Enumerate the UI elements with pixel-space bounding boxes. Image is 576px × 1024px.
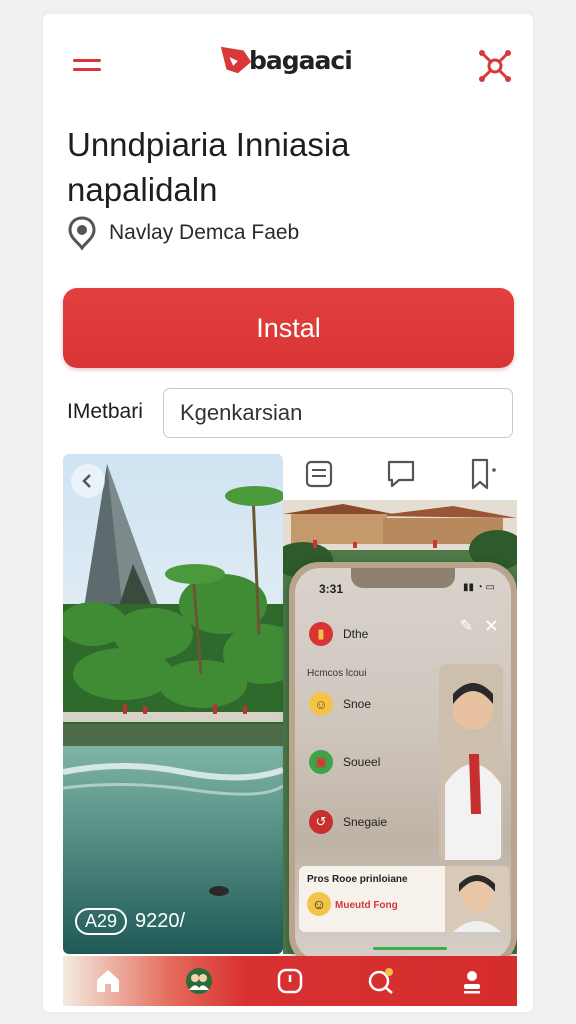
category-input[interactable] (163, 388, 513, 438)
edit-icon[interactable]: ✎ (460, 616, 473, 636)
brand-logo: bagaaci (217, 38, 353, 82)
live-item[interactable]: ↺ Snegaie (309, 810, 387, 834)
landscape-image (63, 454, 283, 954)
caption-text: 9220/ (135, 910, 186, 932)
app-title: Unndpiaria Inniasia napalidaln (67, 126, 350, 208)
screenshot-gallery[interactable]: A29 9220/ 3:31 ▮▮ ◔ ▭ ✎ ✕ ▮ Dthe Hcmcos … (63, 454, 517, 1006)
home-icon (97, 970, 120, 992)
status-icons: ▮▮ ◔ ▭ (462, 582, 495, 593)
share-icon (479, 50, 511, 82)
developer-row[interactable]: Navlay Demca Faeb (67, 216, 299, 250)
live-item-label: Snoe (343, 697, 372, 711)
menu-button[interactable] (71, 54, 105, 78)
bookmark-icon (471, 458, 496, 490)
developer-name: Navlay Demca Faeb (109, 221, 300, 244)
comment-button[interactable] (381, 456, 421, 492)
search-icon (368, 968, 393, 994)
people-icon (186, 968, 213, 994)
smiley-icon: ☺ (309, 692, 333, 716)
install-button[interactable]: Instal (63, 288, 514, 368)
banner-subtitle: Mueutd Fong (335, 900, 398, 911)
status-time: 3:31 (319, 582, 344, 596)
field-label: IMetbari (67, 400, 143, 423)
menu-icon-line (73, 68, 101, 71)
caption-badge: A29 (75, 908, 128, 935)
host-portrait (439, 664, 503, 860)
app-detail-card: bagaaci Unndpiaria Inniasia napalidaln N… (43, 14, 533, 1012)
home-indicator (373, 947, 447, 950)
close-icon[interactable]: ✕ (484, 616, 499, 637)
share-button[interactable] (475, 46, 515, 86)
live-item-label: Soueel (343, 755, 381, 769)
phone-screen: 3:31 ▮▮ ◔ ▭ ✎ ✕ ▮ Dthe Hcmcos lcoui ☺ Sn… (295, 568, 511, 960)
promo-banner[interactable]: Pros Rooe prinloiane ☺ Mueutd Fong (299, 866, 509, 932)
logo-text: bagaaci (249, 45, 353, 75)
menu-icon (73, 59, 101, 62)
live-item[interactable]: ☺ Snoe (309, 692, 371, 716)
phone-notch (351, 568, 455, 588)
bottom-nav (63, 956, 517, 1006)
live-item-label: Snegaie (343, 815, 388, 829)
live-header: Hcmcos lcoui (307, 668, 367, 679)
screenshot-icon (305, 460, 333, 488)
screenshot-view-button[interactable] (299, 456, 339, 492)
live-item[interactable]: ▮ Dthe (309, 622, 368, 646)
record-icon: ▮ (309, 622, 333, 646)
previous-screenshot-button[interactable] (71, 464, 105, 498)
person-icon (463, 971, 480, 994)
bookmark-button[interactable] (463, 456, 503, 492)
live-item-label: Dthe (343, 627, 369, 641)
banner-portrait (445, 866, 509, 932)
phone-mockup: 3:31 ▮▮ ◔ ▭ ✎ ✕ ▮ Dthe Hcmcos lcoui ☺ Sn… (289, 562, 517, 966)
nav-timer[interactable] (268, 959, 312, 1003)
screenshot-landscape[interactable]: A29 9220/ (63, 454, 283, 954)
live-item[interactable]: ▣ Soueel (309, 750, 380, 774)
banner-title: Pros Rooe prinloiane (307, 874, 408, 885)
heart-icon: ↺ (309, 810, 333, 834)
smiley-icon: ☺ (307, 892, 331, 916)
nav-home[interactable] (86, 959, 130, 1003)
nav-profile[interactable] (450, 959, 494, 1003)
developer-pin-icon (68, 216, 96, 250)
chevron-left-icon (82, 474, 91, 488)
camera-icon: ▣ (309, 750, 333, 774)
chat-bubble-icon (387, 460, 415, 488)
nav-community[interactable] (177, 959, 221, 1003)
nav-search[interactable] (359, 959, 403, 1003)
clock-icon (277, 968, 303, 994)
host-video-card[interactable] (439, 664, 503, 860)
screenshot-caption: A29 9220/ (75, 908, 185, 935)
